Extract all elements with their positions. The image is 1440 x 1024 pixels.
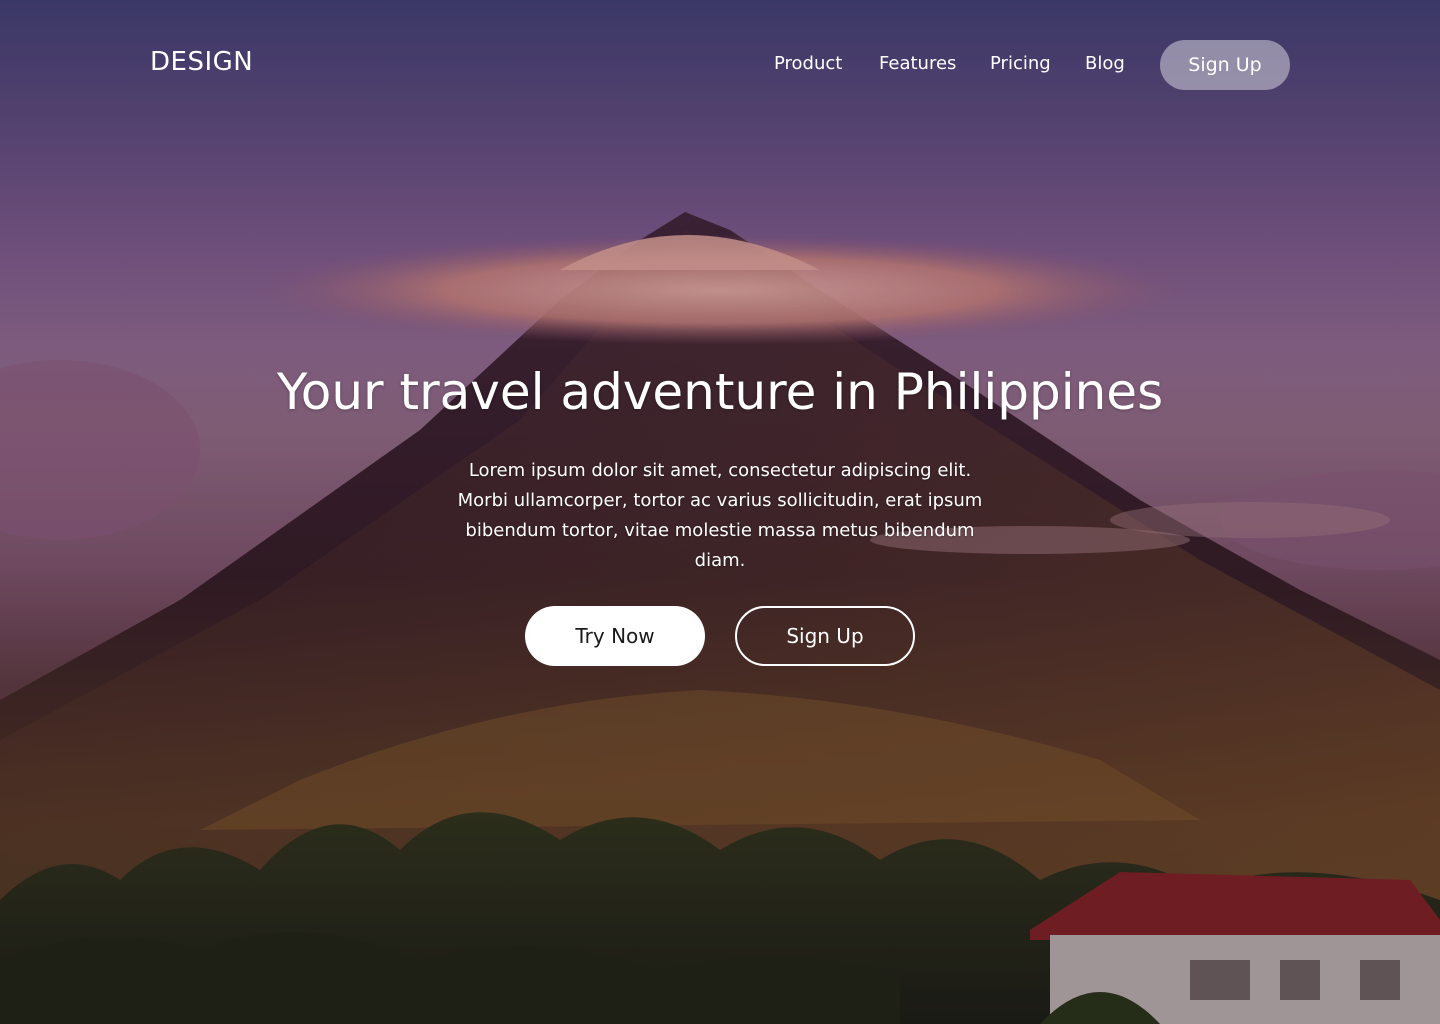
hero-section: DESIGN Product Features Pricing Blog Sig… <box>0 0 1440 1024</box>
hero-description: Lorem ipsum dolor sit amet, consectetur … <box>457 460 983 571</box>
nav-signup-button[interactable]: Sign Up <box>1160 40 1290 90</box>
top-navbar: DESIGN Product Features Pricing Blog Sig… <box>0 0 1440 130</box>
hero-headline: Your travel adventure in Philippines <box>276 363 1164 421</box>
try-now-button[interactable]: Try Now <box>525 606 705 666</box>
logo: DESIGN <box>150 47 254 77</box>
nav-link-blog[interactable]: Blog <box>1085 52 1125 76</box>
nav-link-product[interactable]: Product <box>774 52 842 76</box>
nav-link-features[interactable]: Features <box>879 52 956 76</box>
hero-signup-button[interactable]: Sign Up <box>735 606 915 666</box>
nav-link-pricing[interactable]: Pricing <box>990 52 1051 76</box>
